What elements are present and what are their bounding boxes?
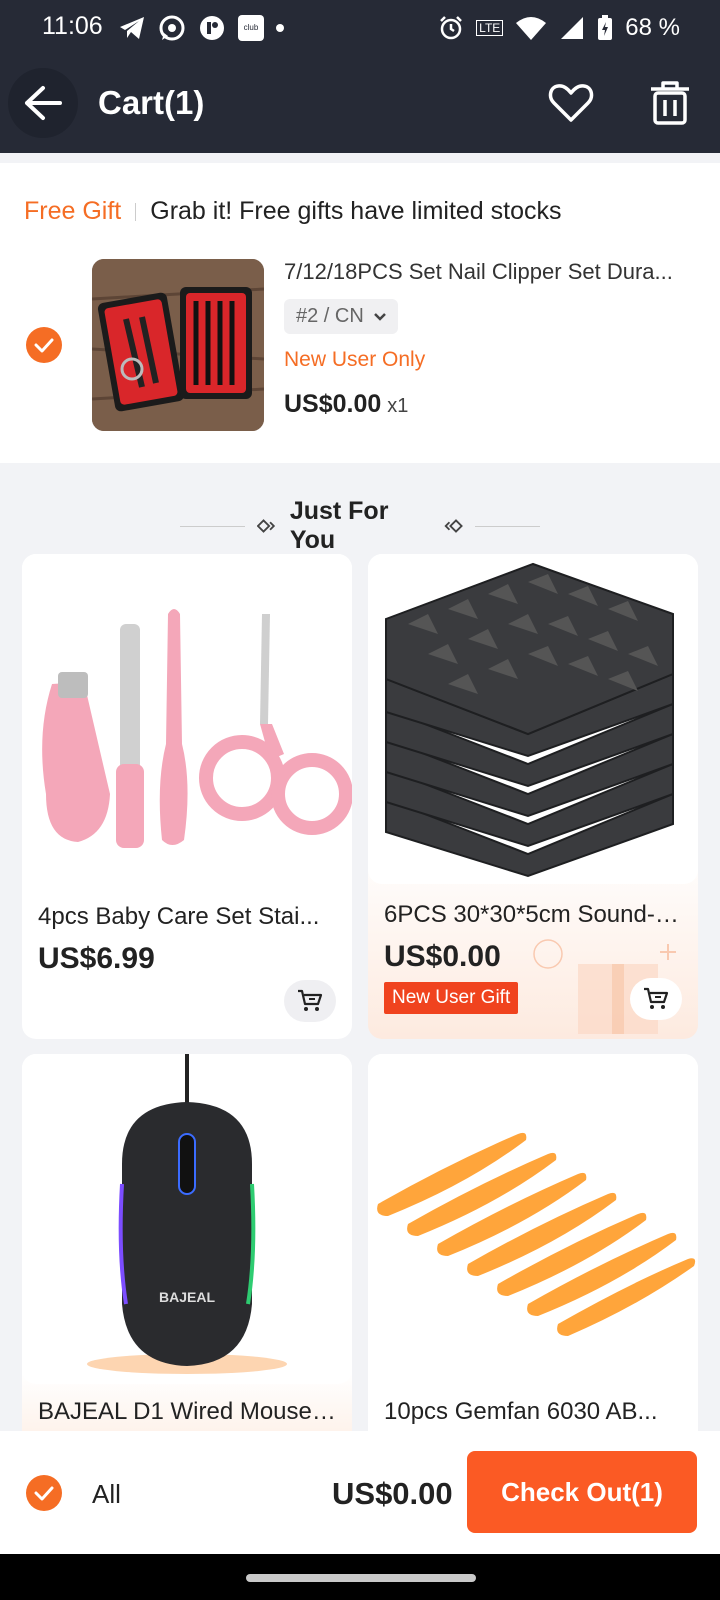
status-time: 11:06 bbox=[42, 12, 103, 40]
gift-product-image[interactable] bbox=[92, 259, 264, 431]
chevron-down-icon bbox=[373, 312, 386, 321]
product-card[interactable]: 6PCS 30*30*5cm Sound-a... US$0.00 New Us… bbox=[368, 554, 698, 1039]
diamond-icon bbox=[444, 519, 463, 533]
select-all-label[interactable]: All bbox=[92, 1479, 121, 1510]
system-icons: LTE 68 % bbox=[438, 12, 680, 44]
product-price: US$6.99 bbox=[38, 942, 155, 975]
check-icon bbox=[34, 338, 54, 353]
wired-mouse-image: BAJEAL bbox=[87, 1054, 287, 1374]
top-bar: 11:06 club LTE 68 % Cart(1) bbox=[0, 0, 720, 153]
system-nav-bar bbox=[0, 1554, 720, 1600]
add-to-cart-button[interactable] bbox=[284, 980, 336, 1022]
add-to-cart-button[interactable] bbox=[630, 978, 682, 1020]
cart-icon bbox=[298, 989, 323, 1011]
battery-icon bbox=[598, 15, 613, 40]
product-image[interactable]: BAJEAL bbox=[22, 1054, 352, 1384]
product-price: US$0.00 bbox=[384, 940, 501, 973]
baby-care-set-image bbox=[42, 609, 352, 848]
just-for-you-heading: Just For You bbox=[180, 497, 540, 554]
product-name[interactable]: 10pcs Gemfan 6030 AB... bbox=[384, 1398, 684, 1426]
home-gesture-handle[interactable] bbox=[246, 1574, 476, 1582]
product-card[interactable]: 4pcs Baby Care Set Stai... US$6.99 bbox=[22, 554, 352, 1039]
status-bar: 11:06 club LTE 68 % bbox=[0, 0, 720, 56]
gift-price: US$0.00 bbox=[284, 390, 382, 418]
app-icon bbox=[200, 16, 224, 40]
sku-selector[interactable]: #2 / CN bbox=[284, 299, 398, 334]
heart-icon bbox=[548, 84, 594, 122]
gift-item-checkbox[interactable] bbox=[26, 327, 62, 363]
free-gift-section: Free Gift Grab it! Free gifts have limit… bbox=[0, 163, 720, 463]
gift-product-name[interactable]: 7/12/18PCS Set Nail Clipper Set Dura... bbox=[284, 259, 704, 285]
acoustic-foam-image bbox=[385, 562, 674, 878]
divider bbox=[474, 525, 540, 527]
free-gift-tag: Free Gift bbox=[24, 197, 122, 225]
product-card[interactable]: 10pcs Gemfan 6030 AB... bbox=[368, 1054, 698, 1454]
wifi-icon bbox=[516, 17, 547, 40]
arrow-left-icon bbox=[25, 86, 62, 120]
product-image[interactable] bbox=[22, 554, 352, 884]
section-title: Just For You bbox=[289, 497, 389, 554]
whatsapp-icon bbox=[159, 15, 185, 41]
volte-icon: LTE bbox=[476, 20, 504, 36]
new-user-only-label: New User Only bbox=[284, 348, 426, 371]
telegram-icon bbox=[120, 17, 144, 39]
cart-icon bbox=[644, 987, 669, 1009]
product-card[interactable]: BAJEAL BAJEAL D1 Wired Mouse 4... bbox=[22, 1054, 352, 1454]
more-notifications-dot bbox=[276, 24, 284, 32]
club-icon: club bbox=[238, 15, 264, 41]
product-name[interactable]: BAJEAL D1 Wired Mouse 4... bbox=[38, 1398, 338, 1426]
gift-item-info: 7/12/18PCS Set Nail Clipper Set Dura... … bbox=[284, 259, 704, 419]
propellers-image bbox=[377, 1132, 696, 1336]
new-user-gift-badge: New User Gift bbox=[384, 982, 519, 1014]
divider bbox=[180, 525, 246, 527]
battery-percent: 68 % bbox=[625, 14, 680, 41]
diamond-icon bbox=[257, 519, 276, 533]
sku-value: #2 / CN bbox=[296, 305, 364, 327]
product-name[interactable]: 4pcs Baby Care Set Stai... bbox=[38, 903, 338, 931]
page-title: Cart(1) bbox=[98, 84, 205, 121]
nail-clipper-set-image bbox=[92, 259, 264, 431]
trash-icon bbox=[651, 81, 689, 125]
product-name[interactable]: 6PCS 30*30*5cm Sound-a... bbox=[384, 901, 684, 929]
checkout-bar: All US$0.00 Check Out(1) bbox=[0, 1431, 720, 1554]
check-icon bbox=[34, 1486, 54, 1501]
gift-price-row: US$0.00 x1 bbox=[284, 390, 704, 419]
notification-icons: club bbox=[118, 12, 284, 44]
delete-button[interactable] bbox=[648, 80, 692, 126]
divider bbox=[135, 202, 137, 221]
product-image[interactable] bbox=[368, 1054, 698, 1384]
free-gift-header: Free Gift Grab it! Free gifts have limit… bbox=[24, 197, 562, 226]
wishlist-button[interactable] bbox=[548, 82, 594, 124]
total-price: US$0.00 bbox=[332, 1476, 453, 1511]
product-image[interactable] bbox=[368, 554, 698, 884]
cart-header: Cart(1) bbox=[0, 64, 720, 144]
alarm-icon bbox=[440, 16, 463, 40]
signal-icon bbox=[561, 17, 584, 39]
brand-logo: BAJEAL bbox=[159, 1289, 215, 1305]
club-icon-label: club bbox=[243, 23, 259, 32]
select-all-checkbox[interactable] bbox=[26, 1475, 62, 1511]
gift-quantity: x1 bbox=[387, 395, 409, 417]
free-gift-message: Grab it! Free gifts have limited stocks bbox=[150, 197, 562, 225]
back-button[interactable] bbox=[8, 68, 78, 138]
checkout-button[interactable]: Check Out(1) bbox=[467, 1451, 697, 1533]
